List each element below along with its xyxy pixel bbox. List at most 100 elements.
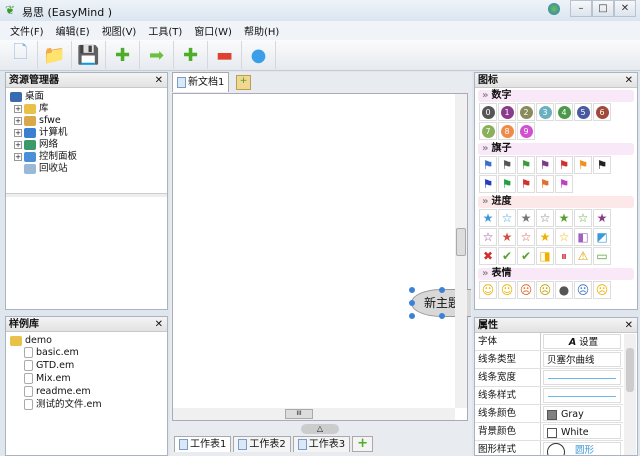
icon-cell[interactable]: ✔ bbox=[498, 247, 516, 265]
icon-cell[interactable]: 6 bbox=[593, 103, 611, 121]
icon-section-header[interactable]: » 进度 bbox=[478, 196, 634, 208]
sample-file[interactable]: 测试的文件.em bbox=[10, 399, 163, 412]
icon-cell[interactable]: ⚠ bbox=[574, 247, 592, 265]
property-value[interactable]: White bbox=[543, 424, 621, 439]
add-sibling-button[interactable]: ➡ bbox=[140, 41, 174, 69]
menu-file[interactable]: 文件(F) bbox=[10, 23, 44, 38]
delete-topic-button[interactable]: ▬ bbox=[208, 41, 242, 69]
menu-tools[interactable]: 工具(T) bbox=[148, 23, 182, 38]
icon-cell[interactable]: ⚑ bbox=[536, 175, 554, 193]
close-icon[interactable]: ✕ bbox=[155, 73, 163, 88]
sample-file[interactable]: readme.em bbox=[10, 386, 163, 399]
users-button[interactable]: ● bbox=[242, 41, 276, 69]
scroll-thumb[interactable] bbox=[626, 348, 634, 392]
vertical-scrollbar[interactable] bbox=[455, 94, 467, 408]
icon-cell[interactable]: ★ bbox=[479, 209, 497, 227]
icon-cell[interactable]: ⚑ bbox=[517, 156, 535, 174]
menu-view[interactable]: 视图(V) bbox=[102, 23, 137, 38]
close-button[interactable]: ✕ bbox=[614, 0, 636, 17]
sample-file[interactable]: GTD.em bbox=[10, 360, 163, 373]
globe-icon[interactable] bbox=[548, 3, 560, 15]
icon-cell[interactable]: 5 bbox=[574, 103, 592, 121]
close-icon[interactable]: ✕ bbox=[155, 317, 163, 332]
tree-root[interactable]: 桌面 bbox=[10, 91, 163, 103]
sample-file[interactable]: basic.em bbox=[10, 347, 163, 360]
icon-cell[interactable]: ◧ bbox=[574, 228, 592, 246]
icon-cell[interactable]: ⚑ bbox=[536, 156, 554, 174]
icon-cell[interactable]: ⚑ bbox=[479, 156, 497, 174]
icon-cell[interactable]: ⚑ bbox=[498, 156, 516, 174]
icon-cell[interactable]: ★ bbox=[517, 209, 535, 227]
tree-item[interactable]: + 控制面板 bbox=[10, 151, 163, 163]
sheet-tab[interactable]: 工作表1 bbox=[174, 436, 232, 452]
maximize-button[interactable]: □ bbox=[592, 0, 614, 17]
resize-handle[interactable] bbox=[439, 313, 445, 319]
collapse-toggle-button[interactable]: △ bbox=[301, 424, 339, 434]
add-child-button[interactable]: ✚ bbox=[174, 41, 208, 69]
icon-cell[interactable]: ⏸ bbox=[555, 247, 573, 265]
mind-map-canvas[interactable]: 新主题 III bbox=[172, 93, 471, 421]
resize-handle[interactable] bbox=[409, 287, 415, 293]
tree-item[interactable]: + sfwe bbox=[10, 115, 163, 127]
icon-cell[interactable]: ◩ bbox=[593, 228, 611, 246]
icon-cell[interactable]: ★ bbox=[536, 228, 554, 246]
icon-cell[interactable]: ⚑ bbox=[479, 175, 497, 193]
icon-cell[interactable]: ✔ bbox=[517, 247, 535, 265]
folder-demo[interactable]: demo bbox=[10, 335, 163, 347]
icon-cell[interactable]: ☺ bbox=[498, 281, 516, 299]
sheet-tab[interactable]: 工作表3 bbox=[292, 436, 351, 452]
icon-cell[interactable]: ☹ bbox=[536, 281, 554, 299]
icon-cell[interactable]: ☆ bbox=[498, 209, 516, 227]
resize-handle[interactable] bbox=[439, 287, 445, 293]
icon-cell[interactable]: ◨ bbox=[536, 247, 554, 265]
icon-section-header[interactable]: » 旗子 bbox=[478, 143, 634, 155]
icon-cell[interactable]: ● bbox=[555, 281, 573, 299]
icon-cell[interactable]: ★ bbox=[593, 209, 611, 227]
icon-cell[interactable]: ▭ bbox=[593, 247, 611, 265]
minimize-button[interactable]: – bbox=[570, 0, 592, 17]
icon-cell[interactable]: 8 bbox=[498, 122, 516, 140]
tree-item[interactable]: + 计算机 bbox=[10, 127, 163, 139]
icon-cell[interactable]: 3 bbox=[536, 103, 554, 121]
icon-cell[interactable]: ☆ bbox=[536, 209, 554, 227]
sample-file[interactable]: Mix.em bbox=[10, 373, 163, 386]
scroll-thumb[interactable]: III bbox=[285, 409, 313, 419]
new-file-button[interactable]: 🗋 bbox=[4, 41, 38, 69]
icon-cell[interactable]: ☆ bbox=[555, 228, 573, 246]
property-value[interactable]: 圆形 bbox=[543, 442, 621, 455]
icon-cell[interactable]: ★ bbox=[498, 228, 516, 246]
expand-icon[interactable]: + bbox=[14, 116, 22, 125]
icon-section-header[interactable]: » 表情 bbox=[478, 268, 634, 280]
expand-icon[interactable]: + bbox=[14, 152, 22, 161]
icon-cell[interactable]: ☹ bbox=[517, 281, 535, 299]
horizontal-scrollbar[interactable]: III bbox=[173, 408, 455, 420]
icon-section-header[interactable]: » 数字 bbox=[478, 90, 634, 102]
icon-cell[interactable]: ⚑ bbox=[593, 156, 611, 174]
menu-help[interactable]: 帮助(H) bbox=[244, 23, 279, 38]
icon-cell[interactable]: ☆ bbox=[574, 209, 592, 227]
property-value[interactable]: Gray bbox=[543, 406, 621, 421]
tree-item[interactable]: + 库 bbox=[10, 103, 163, 115]
icon-cell[interactable]: 0 bbox=[479, 103, 497, 121]
sheet-tab[interactable]: 工作表2 bbox=[233, 436, 291, 452]
resize-handle[interactable] bbox=[409, 313, 415, 319]
icon-cell[interactable]: ⚑ bbox=[555, 175, 573, 193]
menu-window[interactable]: 窗口(W) bbox=[194, 23, 232, 38]
resize-handle[interactable] bbox=[409, 300, 415, 306]
icon-cell[interactable]: ☆ bbox=[479, 228, 497, 246]
icon-cell[interactable]: 7 bbox=[479, 122, 497, 140]
new-tab-icon[interactable]: + bbox=[236, 75, 251, 90]
tab-new-document[interactable]: 新文档1 bbox=[172, 72, 230, 92]
add-sheet-button[interactable]: + bbox=[352, 436, 374, 452]
add-topic-button[interactable]: ✚ bbox=[106, 41, 140, 69]
property-value[interactable] bbox=[543, 370, 621, 385]
icon-cell[interactable]: 4 bbox=[555, 103, 573, 121]
icon-cell[interactable]: ⚑ bbox=[498, 175, 516, 193]
properties-scrollbar[interactable] bbox=[624, 334, 636, 455]
icon-cell[interactable]: ⚑ bbox=[555, 156, 573, 174]
icon-cell[interactable]: 9 bbox=[517, 122, 535, 140]
icon-cell[interactable]: 2 bbox=[517, 103, 535, 121]
expand-icon[interactable]: + bbox=[14, 140, 22, 149]
icon-cell[interactable]: ⚑ bbox=[574, 156, 592, 174]
close-icon[interactable]: ✕ bbox=[625, 73, 633, 88]
